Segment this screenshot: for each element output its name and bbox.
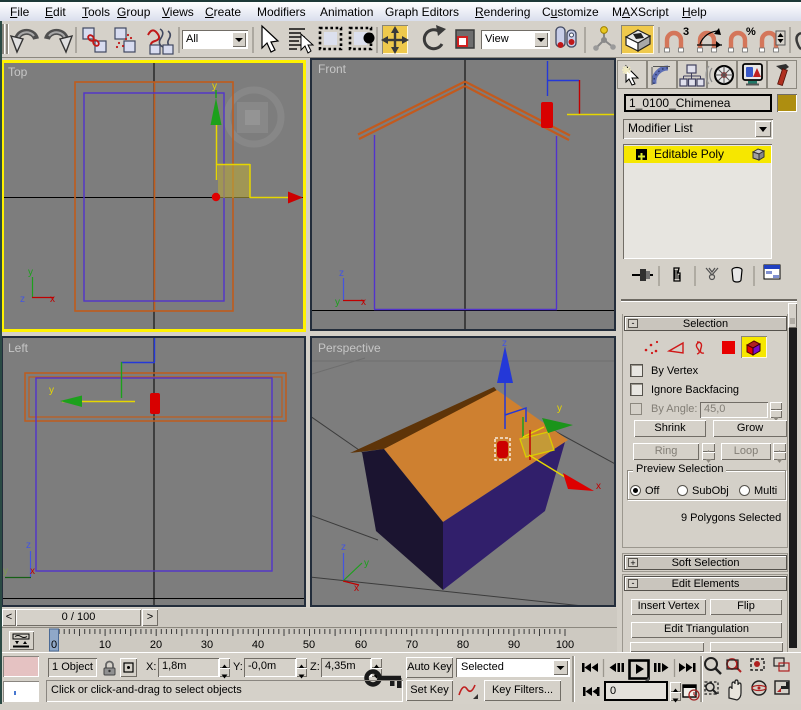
svg-text:x: x [354, 583, 359, 594]
svg-text:y: y [335, 297, 340, 308]
svg-text:z: z [26, 540, 31, 551]
svg-text:z: z [339, 268, 344, 279]
svg-text:z: z [20, 294, 25, 305]
svg-text:y: y [49, 385, 54, 396]
svg-text:z: z [502, 338, 507, 349]
svg-text:y: y [28, 267, 33, 278]
svg-text:y: y [364, 558, 369, 569]
svg-text:40: 40 [252, 639, 264, 651]
svg-text:z: z [341, 542, 346, 553]
svg-text:60: 60 [355, 639, 367, 651]
svg-text:x: x [361, 297, 366, 308]
svg-text:x: x [50, 294, 55, 305]
svg-text:x: x [30, 566, 35, 577]
svg-text:y: y [212, 81, 217, 92]
svg-text:50: 50 [303, 639, 315, 651]
svg-text:%: % [746, 26, 756, 38]
svg-text:y: y [557, 403, 562, 414]
svg-text:x: x [596, 481, 601, 492]
svg-text:30: 30 [201, 639, 213, 651]
svg-text:0: 0 [51, 639, 57, 651]
svg-text:70: 70 [406, 639, 418, 651]
svg-text:3: 3 [683, 26, 689, 38]
svg-text:20: 20 [150, 639, 162, 651]
svg-text:10: 10 [99, 639, 111, 651]
svg-text:80: 80 [457, 639, 469, 651]
svg-text:y: y [3, 566, 8, 577]
svg-text:100: 100 [556, 639, 574, 651]
svg-text:90: 90 [508, 639, 520, 651]
